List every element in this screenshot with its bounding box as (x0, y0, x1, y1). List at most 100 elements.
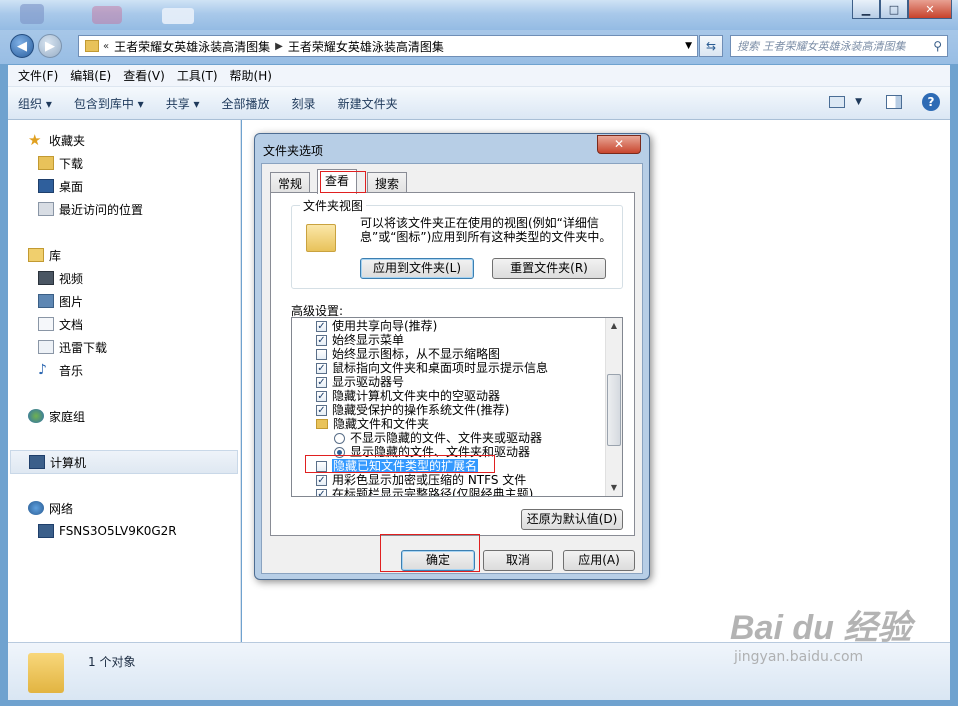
folder-views-description: 可以将该文件夹正在使用的视图(例如“详细信息”或“图标”)应用到所有这种类型的文… (360, 216, 612, 244)
forward-button[interactable]: ▶ (38, 34, 62, 58)
nav-homegroup[interactable]: 家庭组 (28, 406, 85, 426)
setting-row[interactable]: 始终显示图标，从不显示缩略图 (316, 347, 500, 361)
window-titlebar: ▁ □ ✕ (0, 0, 958, 30)
setting-row[interactable]: ✓ 鼠标指向文件夹和桌面项时显示提示信息 (316, 361, 548, 375)
checkbox[interactable] (316, 348, 327, 360)
nav-desktop[interactable]: 桌面 (38, 176, 83, 196)
address-bar[interactable]: « 王者荣耀女英雄泳装高清图集 ▶ 王者荣耀女英雄泳装高清图集 ▼ (78, 35, 698, 57)
checkbox[interactable]: ✓ (316, 320, 327, 332)
setting-row[interactable]: ✓ 始终显示菜单 (316, 333, 404, 347)
tab-general[interactable]: 常规 (270, 172, 311, 193)
checkbox[interactable]: ✓ (316, 362, 327, 374)
back-button[interactable]: ◀ (10, 34, 34, 58)
include-in-library-button[interactable]: 包含到库中 ▾ (74, 95, 144, 112)
setting-row[interactable]: ✓ 使用共享向导(推荐) (316, 319, 437, 333)
cancel-button[interactable]: 取消 (483, 550, 553, 571)
tab-search[interactable]: 搜索 (367, 172, 408, 193)
scroll-up-icon[interactable]: ▲ (606, 318, 622, 334)
nav-label: 库 (49, 248, 62, 263)
nav-label: 文档 (59, 317, 84, 332)
nav-documents[interactable]: 文档 (38, 314, 83, 334)
share-button[interactable]: 共享 ▾ (166, 95, 200, 112)
refresh-button[interactable]: ⇆ (699, 35, 723, 57)
nav-label: 最近访问的位置 (59, 202, 144, 217)
nav-network-pc[interactable]: FSNS3O5LV9K0G2R (38, 521, 177, 541)
setting-row[interactable]: ✓ 用彩色显示加密或压缩的 NTFS 文件 (316, 473, 526, 487)
help-icon[interactable]: ? (922, 93, 940, 111)
folder-options-dialog: 文件夹选项 ✕ 常规 查看 搜索 文件夹视图 可以将该文件夹正在使用的视图(例如… (254, 133, 650, 580)
recent-places-icon (38, 202, 54, 216)
setting-row[interactable]: ✓ 隐藏受保护的操作系统文件(推荐) (316, 403, 509, 417)
checkbox[interactable]: ✓ (316, 474, 327, 486)
view-dropdown-icon[interactable]: ▼ (855, 97, 862, 107)
nav-favorites[interactable]: ★ 收藏夹 (28, 130, 85, 150)
library-icon (28, 248, 44, 262)
menu-edit[interactable]: 编辑(E) (64, 67, 117, 84)
menu-file[interactable]: 文件(F) (12, 67, 64, 84)
view-options-icon[interactable] (829, 96, 846, 108)
nav-recent[interactable]: 最近访问的位置 (38, 199, 143, 219)
nav-music[interactable]: ♪ 音乐 (38, 360, 83, 380)
watermark-logo: Bai du 经验 (730, 609, 912, 647)
vertical-scrollbar[interactable]: ▲ ▼ (605, 318, 622, 496)
view-tab-panel: 文件夹视图 可以将该文件夹正在使用的视图(例如“详细信息”或“图标”)应用到所有… (270, 192, 635, 536)
computer-icon (29, 455, 45, 469)
play-all-button[interactable]: 全部播放 (222, 95, 270, 112)
burn-button[interactable]: 刻录 (292, 95, 316, 112)
homegroup-icon (28, 409, 44, 423)
setting-label: 在标题栏显示完整路径(仅限经典主题) (332, 487, 534, 496)
refresh-icon: ⇆ (705, 39, 717, 53)
nav-xunlei[interactable]: 迅雷下载 (38, 337, 107, 357)
radio-button[interactable] (334, 432, 345, 444)
maximize-button[interactable]: □ (880, 0, 908, 19)
nav-videos[interactable]: 视频 (38, 268, 83, 288)
restore-defaults-button[interactable]: 还原为默认值(D) (521, 509, 623, 530)
setting-label: 用彩色显示加密或压缩的 NTFS 文件 (332, 473, 527, 487)
apply-button[interactable]: 应用(A) (563, 550, 635, 571)
checkbox[interactable]: ✓ (316, 404, 327, 416)
command-bar: 组织 ▾ 包含到库中 ▾ 共享 ▾ 全部播放 刻录 新建文件夹 ▼ ? (8, 87, 950, 120)
nav-computer[interactable]: 计算机 (10, 450, 238, 474)
search-input[interactable]: 搜索 王者荣耀女英雄泳装高清图集 ⚲ (730, 35, 948, 57)
dialog-body: 常规 查看 搜索 文件夹视图 可以将该文件夹正在使用的视图(例如“详细信息”或“… (261, 163, 643, 574)
window-controls: ▁ □ ✕ (852, 0, 952, 19)
setting-row[interactable]: ✓ 隐藏计算机文件夹中的空驱动器 (316, 389, 500, 403)
documents-icon (38, 317, 54, 331)
breadcrumb-separator-icon[interactable]: ▶ (275, 41, 283, 52)
annotation-highlight (320, 171, 366, 193)
nav-network[interactable]: 网络 (28, 498, 73, 518)
breadcrumb-item[interactable]: 王者荣耀女英雄泳装高清图集 (109, 38, 275, 55)
setting-label: 隐藏受保护的操作系统文件(推荐) (332, 403, 510, 417)
reset-folders-button[interactable]: 重置文件夹(R) (492, 258, 606, 279)
scroll-thumb[interactable] (607, 374, 621, 446)
setting-row[interactable]: ✓ 显示驱动器号 (316, 375, 404, 389)
setting-row[interactable]: 不显示隐藏的文件、文件夹或驱动器 (334, 431, 542, 445)
menu-view[interactable]: 查看(V) (117, 67, 171, 84)
setting-row[interactable]: ✓ 在标题栏显示完整路径(仅限经典主题) (316, 487, 533, 496)
checkbox[interactable]: ✓ (316, 488, 327, 496)
nav-downloads[interactable]: 下载 (38, 153, 83, 173)
new-folder-button[interactable]: 新建文件夹 (338, 95, 398, 112)
minimize-button[interactable]: ▁ (852, 0, 880, 19)
address-dropdown-icon[interactable]: ▼ (685, 41, 692, 51)
nav-label: 音乐 (59, 363, 84, 378)
nav-pictures[interactable]: 图片 (38, 291, 83, 311)
nav-libraries[interactable]: 库 (28, 245, 61, 265)
search-icon[interactable]: ⚲ (933, 39, 942, 53)
apply-to-folders-button[interactable]: 应用到文件夹(L) (360, 258, 474, 279)
checkbox[interactable]: ✓ (316, 376, 327, 388)
dialog-close-button[interactable]: ✕ (597, 135, 641, 154)
checkbox[interactable]: ✓ (316, 334, 327, 346)
nav-label: 家庭组 (49, 409, 86, 424)
menu-help[interactable]: 帮助(H) (224, 67, 278, 84)
organize-button[interactable]: 组织 ▾ (18, 95, 52, 112)
xunlei-download-icon (38, 340, 54, 354)
checkbox[interactable]: ✓ (316, 390, 327, 402)
scroll-down-icon[interactable]: ▼ (606, 480, 622, 496)
close-button[interactable]: ✕ (908, 0, 952, 19)
breadcrumb-item[interactable]: 王者荣耀女英雄泳装高清图集 (283, 38, 449, 55)
star-icon: ★ (28, 131, 42, 149)
setting-label: 始终显示菜单 (332, 333, 405, 347)
menu-tools[interactable]: 工具(T) (171, 67, 224, 84)
preview-pane-icon[interactable] (886, 95, 902, 109)
